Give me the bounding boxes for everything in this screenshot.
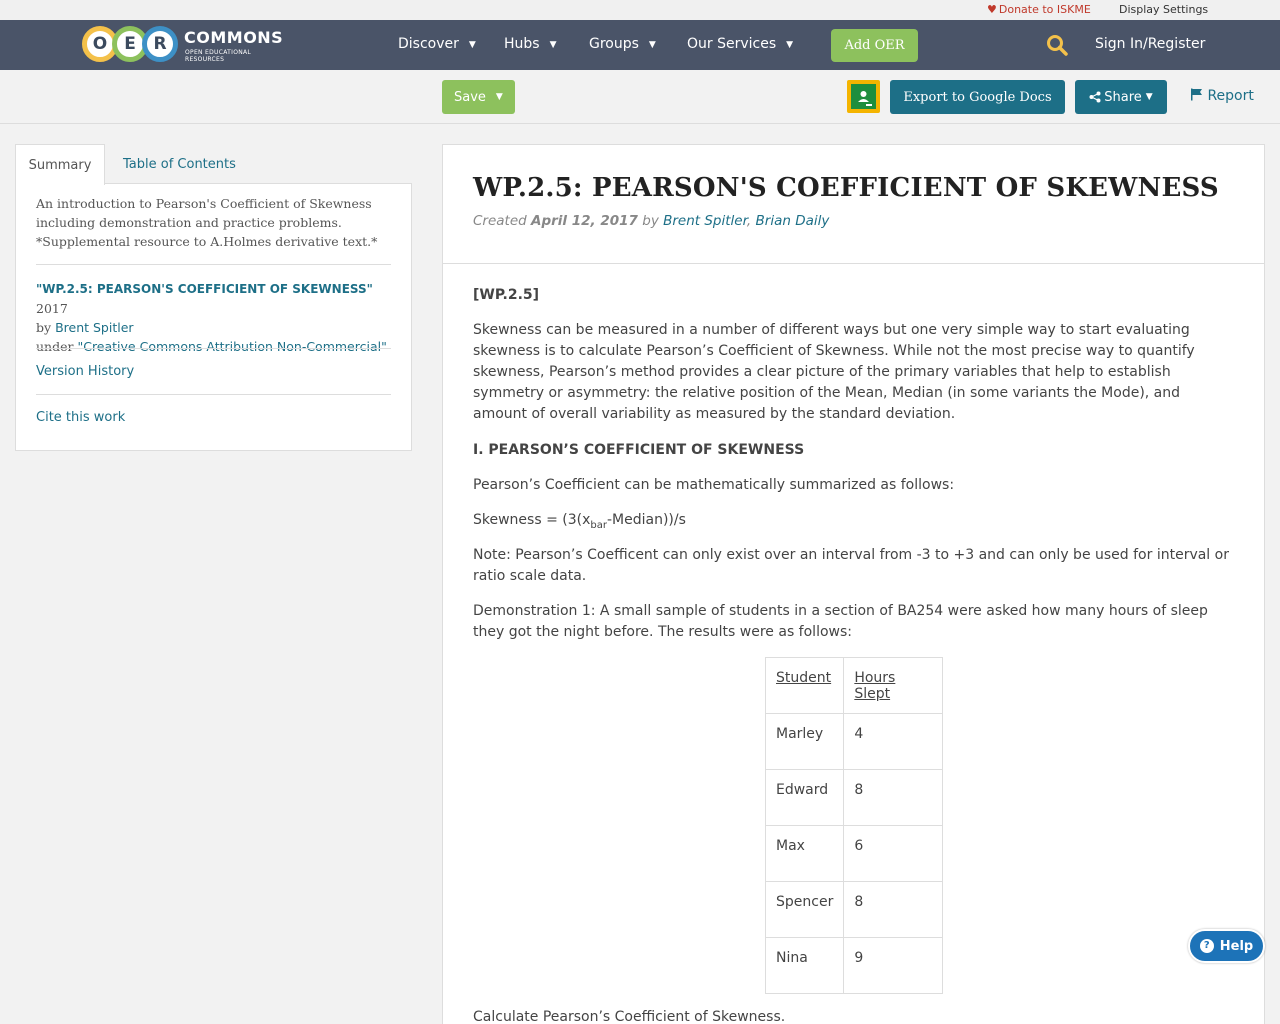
- table-cell: Max: [764, 825, 845, 882]
- citation-year: 2017: [36, 301, 68, 316]
- chevron-down-icon: ▼: [549, 40, 557, 50]
- table-cell: Marley: [764, 713, 845, 770]
- utility-bar: ♥ Donate to ISKME Display Settings: [0, 0, 1280, 20]
- table-header-cell: Student: [764, 657, 845, 714]
- display-settings-link[interactable]: Display Settings: [1119, 3, 1208, 16]
- citation-license-link[interactable]: "Creative Commons Attribution Non-Commer…: [77, 339, 386, 354]
- flag-icon: [1191, 88, 1202, 101]
- help-label: Help: [1219, 938, 1254, 954]
- classroom-icon: [851, 84, 876, 109]
- meta-created-label: Created: [473, 213, 527, 229]
- resource-sidebar: Summary Table of Contents An introductio…: [15, 144, 412, 451]
- table-row: Marley 4: [764, 713, 944, 770]
- resource-description: An introduction to Pearson's Coefficient…: [36, 196, 378, 249]
- nav-discover-label: Discover: [398, 36, 459, 52]
- intro-paragraph: Skewness can be measured in a number of …: [473, 322, 1195, 422]
- summary-panel: An introduction to Pearson's Coefficient…: [15, 183, 412, 451]
- question-icon: ?: [1199, 939, 1214, 953]
- save-button[interactable]: Save ▼: [442, 80, 515, 114]
- table-row: Max 6: [764, 825, 944, 882]
- nav-our-services[interactable]: Our Services ▼: [687, 36, 793, 52]
- table-row: Edward 8: [764, 769, 944, 826]
- logo-letter-r: R: [142, 26, 178, 62]
- tab-summary[interactable]: Summary: [15, 144, 105, 185]
- citation: "WP.2.5: PEARSON'S COEFFICIENT OF SKEWNE…: [36, 279, 396, 356]
- nav-hubs-label: Hubs: [504, 36, 540, 52]
- chevron-down-icon: ▼: [468, 40, 476, 50]
- search-icon[interactable]: [1046, 34, 1068, 56]
- summary-paragraph: Pearson’s Coefficient can be mathematica…: [473, 477, 955, 493]
- demonstration-paragraph: Demonstration 1: A small sample of stude…: [473, 603, 1208, 640]
- cite-this-work-link[interactable]: Cite this work: [36, 410, 125, 425]
- sign-in-register-link[interactable]: Sign In/Register: [1095, 36, 1205, 52]
- nav-groups[interactable]: Groups ▼: [589, 36, 656, 52]
- author-link[interactable]: Brent Spitler: [663, 213, 747, 229]
- nav-our-services-label: Our Services: [687, 36, 777, 52]
- table-cell: Edward: [764, 769, 845, 826]
- author-link[interactable]: Brian Daily: [756, 213, 830, 229]
- table-cell: 8: [843, 769, 944, 826]
- formula-end: -Median))/s: [606, 512, 686, 528]
- formula-paragraph: Skewness = (3(xbar-Median))/s: [473, 510, 1233, 536]
- report-label: Report: [1207, 88, 1254, 104]
- table-cell: 6: [843, 825, 944, 882]
- table-header-cell: Hours Slept: [843, 657, 944, 714]
- note-paragraph: Note: Pearson’s Coefficent can only exis…: [473, 547, 1229, 584]
- table-cell: 8: [843, 881, 944, 938]
- sleep-data-table: Student Hours Slept Marley 4 Edward 8 Ma…: [764, 657, 944, 994]
- nav-hubs[interactable]: Hubs ▼: [504, 36, 557, 52]
- page-title: WP.2.5: PEARSON'S COEFFICIENT OF SKEWNES…: [473, 173, 1219, 203]
- formula-subscript: bar: [590, 519, 607, 531]
- logo-wordmark: COMMONS: [184, 28, 284, 47]
- google-classroom-button[interactable]: [847, 80, 880, 113]
- divider: [36, 348, 391, 349]
- chevron-down-icon: ▼: [495, 92, 503, 102]
- meta-date: April 12, 2017: [531, 213, 638, 229]
- main-navbar: O E R COMMONS OPEN EDUCATIONAL RESOURCES…: [0, 20, 1280, 70]
- citation-title-link[interactable]: "WP.2.5: PEARSON'S COEFFICIENT OF SKEWNE…: [36, 282, 373, 296]
- version-history-link[interactable]: Version History: [36, 364, 134, 379]
- share-button[interactable]: Share ▼: [1075, 80, 1167, 114]
- donate-label: Donate to ISKME: [998, 3, 1091, 16]
- chevron-down-icon: ▼: [1145, 92, 1153, 102]
- resource-content: WP.2.5: PEARSON'S COEFFICIENT OF SKEWNES…: [442, 144, 1265, 1024]
- table-row: Spencer 8: [764, 881, 944, 938]
- report-link[interactable]: Report: [1190, 88, 1254, 104]
- divider: [36, 394, 391, 395]
- citation-by: by: [36, 320, 52, 335]
- section-heading: I. PEARSON’S COEFFICIENT OF SKEWNESS: [473, 442, 805, 458]
- citation-author-link[interactable]: Brent Spitler: [55, 320, 133, 335]
- table-cell: 9: [843, 937, 944, 994]
- nav-discover[interactable]: Discover ▼: [398, 36, 476, 52]
- meta-separator: ,: [746, 213, 752, 229]
- heart-icon: ♥: [987, 3, 997, 16]
- table-cell: Nina: [764, 937, 845, 994]
- action-bar: Save ▼ Export to Google Docs Share ▼ Repor…: [0, 70, 1280, 124]
- divider: [443, 263, 1264, 264]
- table-header-row: Student Hours Slept: [764, 657, 944, 714]
- calculate-paragraph: Calculate Pearson’s Coefficient of Skewn…: [473, 1009, 786, 1024]
- resource-meta: Created April 12, 2017 by Brent Spitler,…: [473, 213, 829, 229]
- share-icon: [1089, 91, 1101, 103]
- table-row: Nina 9: [764, 937, 944, 994]
- chevron-down-icon: ▼: [648, 40, 656, 50]
- chevron-down-icon: ▼: [786, 40, 794, 50]
- formula-start: Skewness = (3(x: [473, 512, 591, 528]
- logo-subtitle: OPEN EDUCATIONAL RESOURCES: [185, 49, 252, 63]
- section-tag: [WP.2.5]: [473, 287, 540, 303]
- nav-groups-label: Groups: [589, 36, 639, 52]
- oer-commons-logo[interactable]: O E R COMMONS OPEN EDUCATIONAL RESOURCES: [82, 26, 286, 63]
- save-label: Save: [454, 89, 486, 105]
- table-cell: Spencer: [764, 881, 845, 938]
- add-oer-button[interactable]: Add OER: [831, 29, 918, 62]
- citation-under: under: [36, 339, 74, 354]
- share-label: Share: [1104, 89, 1142, 105]
- divider: [36, 264, 391, 265]
- meta-by: by: [642, 213, 659, 229]
- export-google-docs-button[interactable]: Export to Google Docs: [890, 80, 1065, 114]
- donate-link[interactable]: ♥ Donate to ISKME: [987, 3, 1091, 16]
- table-cell: 4: [843, 713, 944, 770]
- tab-table-of-contents[interactable]: Table of Contents: [123, 144, 236, 184]
- help-button[interactable]: ? Help: [1188, 929, 1265, 963]
